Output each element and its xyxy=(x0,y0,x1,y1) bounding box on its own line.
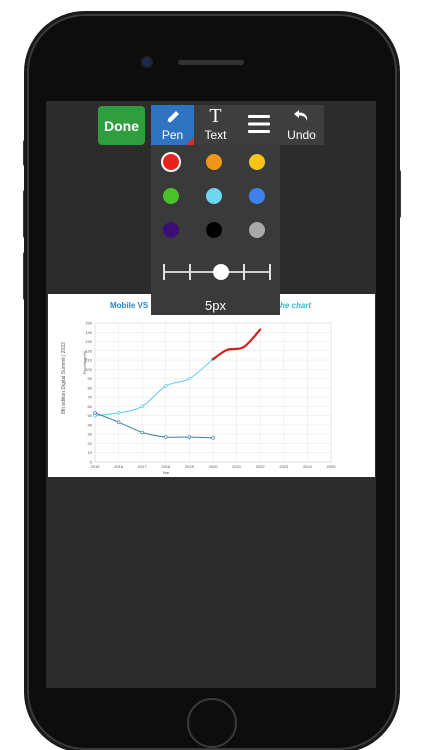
line-chart: 0102030405060708090100110120130140150201… xyxy=(83,321,337,476)
text-icon: T xyxy=(209,105,222,127)
data-point xyxy=(140,430,144,435)
data-point xyxy=(116,420,121,424)
data-point xyxy=(187,435,192,439)
y-tick-label: 30 xyxy=(88,432,93,437)
earpiece-speaker xyxy=(178,60,244,65)
y-axis-label: Percentage(%) xyxy=(83,351,87,374)
drawing-toolbar: Pen T Text Undo xyxy=(151,105,324,145)
done-button[interactable]: Done xyxy=(98,106,145,145)
x-tick-label: 2022 xyxy=(256,464,266,469)
y-tick-label: 70 xyxy=(88,395,93,400)
data-point xyxy=(93,413,97,418)
x-tick-label: 2021 xyxy=(232,464,242,469)
y-tick-label: 40 xyxy=(88,422,93,427)
pen-icon xyxy=(151,108,194,126)
data-point xyxy=(116,411,121,415)
tool-text-label: Text xyxy=(204,128,227,142)
color-swatch[interactable] xyxy=(249,222,265,238)
data-point xyxy=(93,411,97,415)
y-tick-label: 60 xyxy=(88,404,93,409)
y-tick-label: 10 xyxy=(88,450,93,455)
slider-tick xyxy=(243,264,245,280)
y-tick-label: 80 xyxy=(88,385,93,390)
tool-pen[interactable]: Pen xyxy=(151,105,194,145)
x-tick-label: 2025 xyxy=(327,464,337,469)
tool-undo-label: Undo xyxy=(287,128,316,142)
x-tick-label: 2019 xyxy=(185,464,195,469)
y-tick-label: 90 xyxy=(88,376,93,381)
x-tick-label: 2020 xyxy=(209,464,219,469)
slider-tick xyxy=(189,264,191,280)
x-tick-label: 2023 xyxy=(279,464,289,469)
power-button xyxy=(397,170,401,218)
data-point xyxy=(187,376,192,381)
x-tick-label: 2018 xyxy=(161,464,171,469)
data-point xyxy=(164,435,168,439)
color-swatch[interactable] xyxy=(249,188,265,204)
slider-tick xyxy=(163,264,165,280)
x-tick-label: 2017 xyxy=(138,464,148,469)
size-value-label: 5px xyxy=(205,298,226,313)
color-swatch[interactable] xyxy=(206,188,222,204)
x-tick-label: 2024 xyxy=(303,464,313,469)
y-tick-label: 20 xyxy=(88,441,93,446)
color-swatch[interactable] xyxy=(206,154,222,170)
tool-pen-label: Pen xyxy=(161,128,184,142)
y-tick-label: 150 xyxy=(85,321,92,326)
undo-icon xyxy=(280,108,323,124)
selected-color-indicator xyxy=(186,137,194,145)
color-swatch[interactable] xyxy=(163,222,179,238)
tool-undo[interactable]: Undo xyxy=(280,105,323,145)
color-swatch[interactable] xyxy=(163,154,179,170)
y-tick-label: 130 xyxy=(85,339,92,344)
pen-options-panel: 5px xyxy=(151,145,280,315)
color-swatch[interactable] xyxy=(206,222,222,238)
editor-screen: Mobile VS he chart 8th edition Digital S… xyxy=(46,101,376,688)
front-camera xyxy=(143,58,151,66)
color-swatch[interactable] xyxy=(163,188,179,204)
tool-menu[interactable] xyxy=(237,105,280,145)
menu-icon xyxy=(247,114,270,137)
x-axis-label: Year xyxy=(162,471,170,475)
data-point xyxy=(164,384,168,388)
chart-image: Mobile VS he chart 8th edition Digital S… xyxy=(48,294,375,477)
size-slider-knob[interactable] xyxy=(213,264,229,280)
y-tick-label: 140 xyxy=(85,330,92,335)
home-button[interactable] xyxy=(187,698,237,748)
data-point xyxy=(140,404,144,409)
x-tick-label: 2016 xyxy=(114,464,124,469)
tool-text[interactable]: T Text xyxy=(194,105,237,145)
y-tick-label: 50 xyxy=(88,413,93,418)
x-tick-label: 2015 xyxy=(91,464,101,469)
data-point xyxy=(211,436,215,440)
color-swatch[interactable] xyxy=(249,154,265,170)
slider-tick xyxy=(269,264,271,280)
